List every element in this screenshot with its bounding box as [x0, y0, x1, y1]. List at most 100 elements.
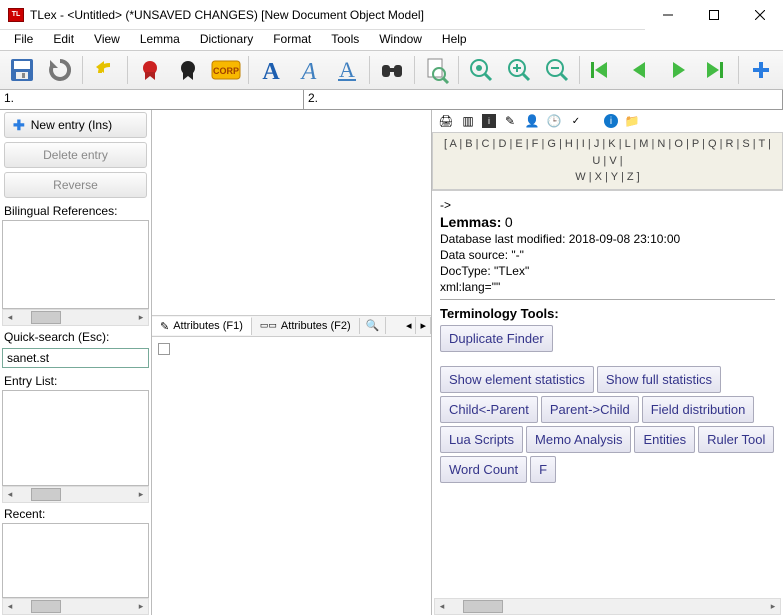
quicksearch-input[interactable] — [2, 348, 149, 368]
tab-attr2-label: Attributes (F2) — [281, 320, 351, 332]
work-row: 1. 2. — [0, 90, 783, 110]
black-seal-button[interactable] — [170, 52, 206, 88]
scrollbar-2[interactable]: ◂▸ — [2, 486, 149, 503]
menu-file[interactable]: File — [6, 30, 41, 48]
tool-memo-analysis[interactable]: Memo Analysis — [526, 426, 631, 453]
right-scrollbar[interactable]: ◂▸ — [434, 598, 781, 615]
entry-list-pane[interactable] — [2, 390, 149, 486]
print-icon[interactable]: 🖨 — [438, 113, 454, 129]
middle-panel: ✎ Attributes (F1) ▭▭ Attributes (F2) 🔍 ◂… — [152, 110, 432, 615]
reverse-button[interactable]: Reverse — [4, 172, 147, 198]
zoom-in-button[interactable] — [501, 52, 537, 88]
add-button[interactable] — [743, 52, 779, 88]
attribute-checkbox[interactable] — [158, 343, 170, 355]
new-entry-label: New entry (Ins) — [31, 118, 112, 132]
left-panel: ✚ New entry (Ins) Delete entry Reverse B… — [0, 110, 152, 615]
spellcheck-icon[interactable]: ✓ — [568, 113, 584, 129]
nav-next-button[interactable] — [660, 52, 696, 88]
clock-icon[interactable]: 🕒 — [546, 113, 562, 129]
recent-pane[interactable] — [2, 523, 149, 598]
menu-window[interactable]: Window — [371, 30, 430, 48]
lemmas-label: Lemmas: — [440, 214, 501, 230]
menu-tools[interactable]: Tools — [323, 30, 367, 48]
right-toolbar: 🖨 ▥ i ✎ 👤 🕒 ✓ i 📁 — [432, 110, 783, 132]
terminology-title: Terminology Tools: — [440, 306, 775, 321]
menu-format[interactable]: Format — [265, 30, 319, 48]
menu-dictionary[interactable]: Dictionary — [192, 30, 261, 48]
close-button[interactable] — [737, 0, 783, 30]
new-entry-button[interactable]: ✚ New entry (Ins) — [4, 112, 147, 138]
tab-find[interactable]: 🔍 — [360, 317, 387, 334]
db-modified: Database last modified: 2018-09-08 23:10… — [440, 232, 775, 246]
scrollbar-3[interactable]: ◂▸ — [2, 598, 149, 615]
entry-list-label: Entry List: — [0, 370, 151, 390]
info-square-icon[interactable]: i — [482, 114, 496, 128]
folder-icon[interactable]: 📁 — [624, 113, 640, 129]
alpha-row2: W | X | Y | Z ] — [439, 169, 776, 186]
editor-pane[interactable] — [152, 110, 431, 315]
search-doc-button[interactable] — [419, 52, 455, 88]
binoculars-small-icon: 🔍 — [366, 319, 380, 332]
corp-button[interactable]: CORP — [208, 52, 244, 88]
tab-scroll-left[interactable]: ◂ — [402, 317, 417, 334]
nav-prev-button[interactable] — [622, 52, 658, 88]
menu-help[interactable]: Help — [434, 30, 475, 48]
window-title: TLex - <Untitled> (*UNSAVED CHANGES) [Ne… — [30, 8, 645, 22]
lemmas-count: 0 — [505, 214, 513, 230]
columns-icon[interactable]: ▥ — [460, 113, 476, 129]
tool-entities[interactable]: Entities — [634, 426, 695, 453]
zoom-reset-button[interactable] — [463, 52, 499, 88]
help-icon[interactable]: i — [604, 114, 618, 128]
work-cell-1[interactable]: 1. — [0, 90, 304, 109]
red-seal-button[interactable] — [132, 52, 168, 88]
tool-lua-scripts[interactable]: Lua Scripts — [440, 426, 523, 453]
edit-icon: ✎ — [160, 320, 169, 333]
font-blue-button[interactable]: A — [253, 52, 289, 88]
svg-text:A: A — [262, 59, 280, 83]
save-button[interactable] — [4, 52, 40, 88]
tool-show-full-stats[interactable]: Show full statistics — [597, 366, 721, 393]
attributes-body[interactable] — [152, 337, 431, 615]
tool-parent-child[interactable]: Parent->Child — [541, 396, 639, 423]
reload-button[interactable] — [42, 52, 78, 88]
undo-button[interactable] — [87, 52, 123, 88]
recent-label: Recent: — [0, 503, 151, 523]
menu-lemma[interactable]: Lemma — [132, 30, 188, 48]
attribute-tabs: ✎ Attributes (F1) ▭▭ Attributes (F2) 🔍 ◂… — [152, 315, 431, 337]
tool-f[interactable]: F — [530, 456, 556, 483]
font-underline-button[interactable]: A — [329, 52, 365, 88]
tool-field-distribution[interactable]: Field distribution — [642, 396, 755, 423]
svg-text:A: A — [299, 59, 316, 83]
tool-ruler[interactable]: Ruler Tool — [698, 426, 774, 453]
work-cell-2[interactable]: 2. — [304, 90, 783, 109]
zoom-out-button[interactable] — [539, 52, 575, 88]
doctype: DocType: "TLex" — [440, 264, 775, 278]
delete-entry-button[interactable]: Delete entry — [4, 142, 147, 168]
maximize-button[interactable] — [691, 0, 737, 30]
menu-view[interactable]: View — [86, 30, 128, 48]
tab-attributes-f1[interactable]: ✎ Attributes (F1) — [152, 317, 252, 335]
menu-bar: File Edit View Lemma Dictionary Format T… — [0, 30, 783, 50]
note-icon[interactable]: ✎ — [502, 113, 518, 129]
tab-attributes-f2[interactable]: ▭▭ Attributes (F2) — [252, 318, 360, 334]
bilingual-pane[interactable] — [2, 220, 149, 309]
tool-word-count[interactable]: Word Count — [440, 456, 527, 483]
tool-show-element-stats[interactable]: Show element statistics — [440, 366, 594, 393]
binoculars-button[interactable] — [374, 52, 410, 88]
right-panel: 🖨 ▥ i ✎ 👤 🕒 ✓ i 📁 [ A | B | C | D | E | … — [432, 110, 783, 615]
tool-child-parent[interactable]: Child<-Parent — [440, 396, 538, 423]
alpha-index[interactable]: [ A | B | C | D | E | F | G | H | I | J … — [432, 132, 783, 190]
font-italic-button[interactable]: A — [291, 52, 327, 88]
tab-scroll-right[interactable]: ▸ — [416, 317, 431, 334]
tool-duplicate-finder[interactable]: Duplicate Finder — [440, 325, 553, 352]
nav-last-button[interactable] — [698, 52, 734, 88]
scrollbar-1[interactable]: ◂▸ — [2, 309, 149, 326]
info-arrow: -> — [440, 198, 775, 212]
user-icon[interactable]: 👤 — [524, 113, 540, 129]
svg-text:CORP: CORP — [213, 66, 239, 76]
nav-first-button[interactable] — [584, 52, 620, 88]
app-icon: TL — [8, 8, 24, 22]
alpha-row1: [ A | B | C | D | E | F | G | H | I | J … — [439, 136, 776, 169]
menu-edit[interactable]: Edit — [45, 30, 82, 48]
minimize-button[interactable] — [645, 0, 691, 30]
